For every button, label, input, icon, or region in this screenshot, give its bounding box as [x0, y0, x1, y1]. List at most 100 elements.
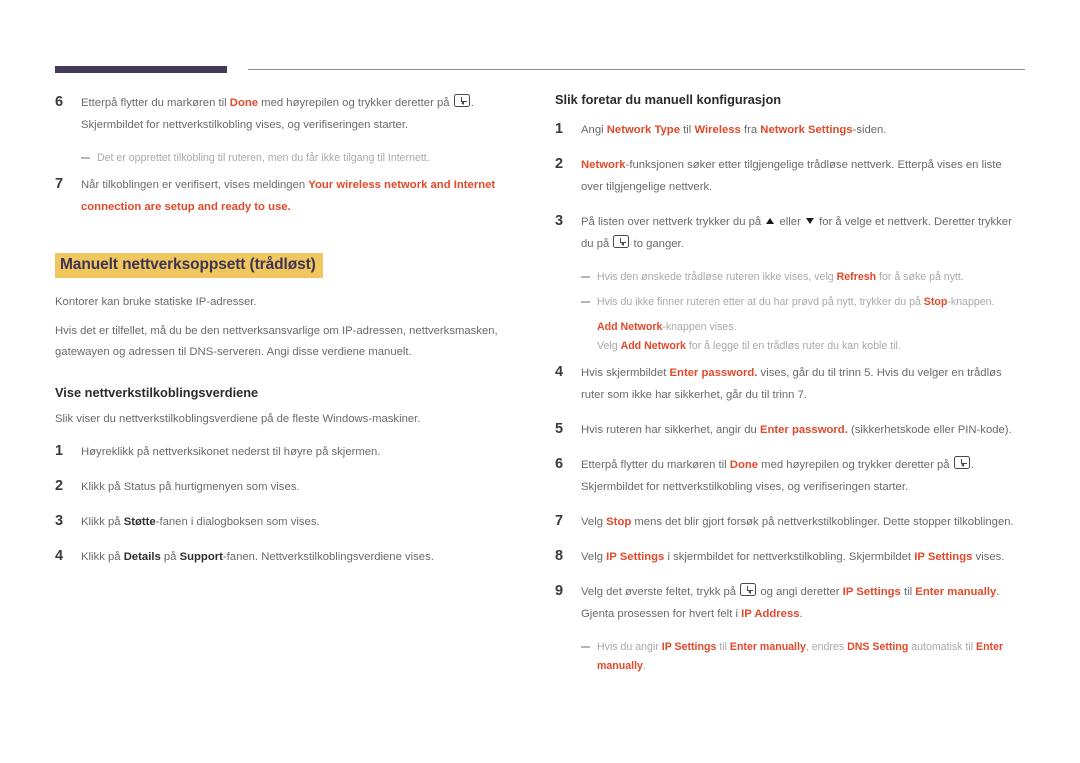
note-item: Hvis den ønskede trådløse ruteren ikke v…: [581, 268, 1025, 287]
arrow-down-icon: [805, 218, 814, 224]
note-text-part: for å legge til en trådløs ruter du kan …: [685, 340, 901, 352]
step-text-part: eller: [776, 216, 804, 228]
note-text-part: for å søke på nytt.: [876, 271, 964, 283]
step-number: 7: [555, 513, 564, 529]
ui-term-stop: Stop: [923, 296, 948, 308]
note-text-part: Hvis du angir: [597, 641, 662, 653]
note-text-part: , endres: [805, 641, 848, 653]
arrow-up-icon: [766, 218, 775, 224]
step-text-part: Hvis ruteren har sikkerhet, angir du: [581, 424, 760, 436]
right-step-1: 1 Angi Network Type til Wireless fra Net…: [555, 119, 1025, 141]
ui-term-refresh: Refresh: [836, 271, 877, 283]
step-text-part: -siden.: [852, 124, 887, 136]
right-step-8: 8 Velg IP Settings i skjermbildet for ne…: [555, 546, 1025, 568]
step-text: Når tilkoblingen er verifisert, vises me…: [81, 174, 525, 218]
step-number: 4: [555, 364, 564, 380]
ui-term-add-network: Add Network: [597, 321, 663, 333]
step-text-part: Velg: [581, 551, 607, 563]
step-text-part: på: [160, 551, 180, 563]
step-text-part: -fanen. Nettverkstilkoblingsverdiene vis…: [222, 551, 434, 563]
ui-term-enter-password: Enter password.: [669, 367, 758, 379]
left-note-6-wrap: Det er opprettet tilkobling til ruteren,…: [81, 149, 525, 168]
header-rule-thin: [248, 69, 1025, 70]
note-text-part: .: [642, 660, 646, 672]
note-text-part: automatisk til: [908, 641, 977, 653]
left-list-step-1: 1 Høyreklikk på nettverksikonet nederst …: [55, 441, 525, 463]
right-step-9: 9 Velg det øverste feltet, trykk på og a…: [555, 581, 1025, 625]
ui-term-support: Support: [179, 551, 223, 563]
paragraph-windows-intro: Slik viser du nettverkstilkoblingsverdie…: [55, 413, 421, 425]
ui-term-stotte: Støtte: [123, 516, 156, 528]
step-text: Velg IP Settings i skjermbildet for nett…: [581, 546, 1025, 568]
ui-term-enter-manually: Enter manually: [915, 586, 997, 598]
enter-key-icon: [613, 235, 630, 248]
step-text: Hvis ruteren har sikkerhet, angir du Ent…: [581, 419, 1025, 441]
note-continuation: Velg Add Network for å legge til en tråd…: [581, 337, 1025, 356]
enter-key-icon: [453, 94, 470, 107]
step-text-part: mens det blir gjort forsøk på nettverkst…: [631, 516, 1014, 528]
document-page: 6 Etterpå flytter du markøren til Done m…: [0, 0, 1080, 763]
right-step-4: 4 Hvis skjermbildet Enter password. vise…: [555, 362, 1025, 406]
note-item: Det er opprettet tilkobling til ruteren,…: [81, 149, 525, 168]
note-text-part: -knappen vises.: [662, 321, 737, 333]
step-number: 3: [555, 213, 564, 229]
step-text-part: På listen over nettverk trykker du på: [581, 216, 765, 228]
ui-term-dns-setting: DNS Setting: [847, 641, 909, 653]
step-text-part: vises.: [972, 551, 1005, 563]
header-rule-thick: [55, 66, 227, 73]
ui-term-done: Done: [229, 97, 259, 109]
ui-term-add-network: Add Network: [620, 340, 686, 352]
ui-term-ip-settings: IP Settings: [914, 551, 973, 563]
left-list-step-3: 3 Klikk på Støtte-fanen i dialogboksen s…: [55, 511, 525, 533]
step-text-part: og angi deretter: [757, 586, 843, 598]
step-text-part: Etterpå flytter du markøren til: [581, 459, 730, 471]
step-text: Klikk på Støtte-fanen i dialogboksen som…: [81, 511, 525, 533]
step-text: Velg Stop mens det blir gjort forsøk på …: [581, 511, 1025, 533]
section-heading-manual-setup: Manuelt nettverksoppsett (trådløst): [55, 253, 323, 278]
step-text-part: (sikkerhetskode eller PIN-kode).: [847, 424, 1012, 436]
step-number: 7: [55, 176, 64, 192]
step-text-part: Klikk på: [81, 551, 124, 563]
left-step-6: 6 Etterpå flytter du markøren til Done m…: [55, 92, 525, 136]
step-text-part: Hvis skjermbildet: [581, 367, 670, 379]
step-text: Høyreklikk på nettverksikonet nederst ti…: [81, 446, 381, 458]
step-number: 2: [555, 156, 564, 172]
step-text: Klikk på Status på hurtigmenyen som vise…: [81, 481, 300, 493]
note-item-group: Hvis du ikke finner ruteren etter at du …: [581, 293, 1025, 356]
right-step-5: 5 Hvis ruteren har sikkerhet, angir du E…: [555, 419, 1025, 441]
step-text: Angi Network Type til Wireless fra Netwo…: [581, 119, 1025, 141]
step-text-part: .: [799, 608, 803, 620]
ui-term-ip-settings: IP Settings: [661, 641, 717, 653]
left-step-7: 7 Når tilkoblingen er verifisert, vises …: [55, 174, 525, 218]
ui-term-ip-address: IP Address: [741, 608, 800, 620]
step-text-part: til: [680, 124, 695, 136]
note-item: Hvis du ikke finner ruteren etter at du …: [581, 293, 1025, 312]
subheading-view-values: Vise nettverkstilkoblingsverdiene: [55, 385, 259, 400]
step-text-part: Når tilkoblingen er verifisert, vises me…: [81, 179, 309, 191]
step-number: 4: [55, 548, 64, 564]
left-list-step-4: 4 Klikk på Details på Support-fanen. Net…: [55, 546, 525, 568]
ui-term-enter-password: Enter password.: [759, 424, 848, 436]
ui-term-wireless: Wireless: [694, 124, 741, 136]
note-text-part: -knappen.: [947, 296, 995, 308]
ui-term-details: Details: [123, 551, 161, 563]
step-text-part: Etterpå flytter du markøren til: [81, 97, 230, 109]
right-step-2: 2 Network-funksjonen søker etter tilgjen…: [555, 154, 1025, 198]
right-column: Slik foretar du manuell konfigurasjon 1 …: [555, 92, 1025, 682]
enter-key-icon: [740, 583, 757, 596]
step-text-part: Velg: [581, 516, 607, 528]
step-text: På listen over nettverk trykker du på el…: [581, 211, 1025, 255]
left-column: 6 Etterpå flytter du markøren til Done m…: [55, 92, 525, 581]
step-text-part: i skjermbildet for nettverkstilkobling. …: [664, 551, 915, 563]
right-step-3: 3 På listen over nettverk trykker du på …: [555, 211, 1025, 255]
step-text-part: Angi: [581, 124, 607, 136]
step-text: Hvis skjermbildet Enter password. vises,…: [581, 362, 1025, 406]
right-note-9-wrap: Hvis du angir IP Settings til Enter manu…: [581, 638, 1025, 676]
page-header-rules: [55, 66, 1025, 74]
enter-key-icon: [953, 456, 970, 469]
step-number: 1: [555, 121, 564, 137]
step-text: Velg det øverste feltet, trykk på og ang…: [581, 581, 1025, 625]
step-text-part: Klikk på: [81, 516, 124, 528]
step-number: 9: [555, 583, 564, 599]
note-text-part: Velg: [597, 340, 621, 352]
